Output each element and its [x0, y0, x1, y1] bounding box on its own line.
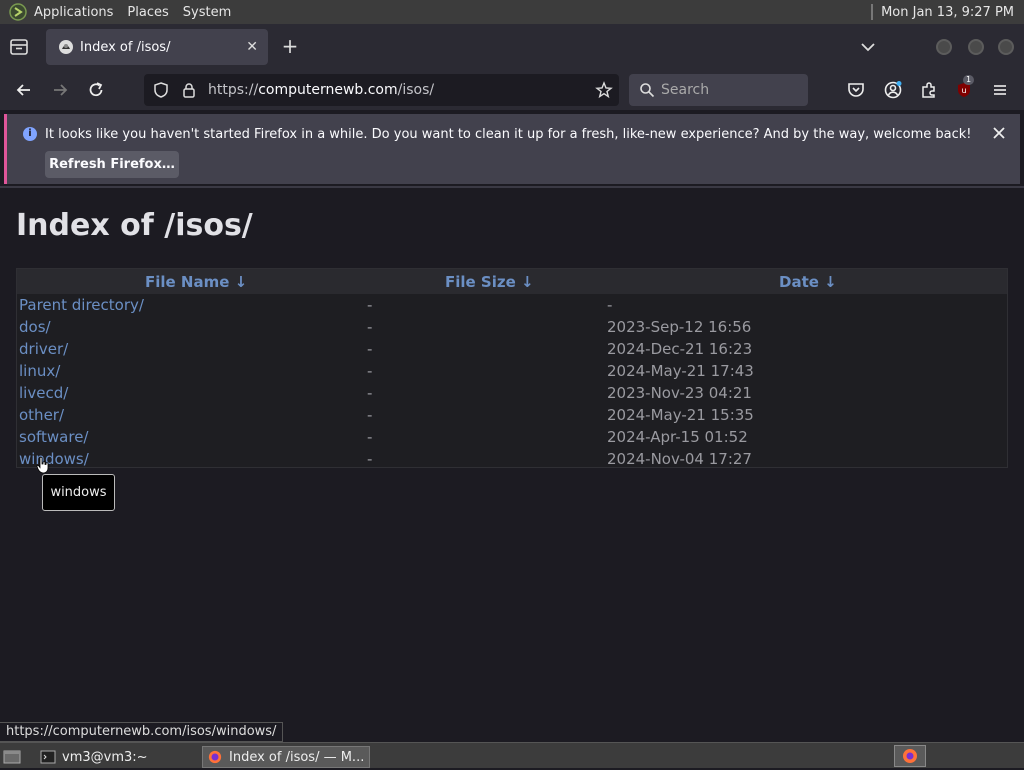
taskbar-item-label: Index of /isos/ — M... [229, 749, 365, 765]
show-desktop-icon[interactable] [2, 747, 22, 765]
tab-title: Index of /isos/ [80, 39, 171, 55]
file-size: - [367, 384, 373, 402]
url-text[interactable]: https://computernewb.com/isos/ [208, 82, 434, 98]
url-host: computernewb.com [258, 82, 398, 98]
file-link[interactable]: linux/ [19, 362, 60, 380]
file-date: - [607, 296, 613, 314]
hamburger-menu-icon[interactable] [990, 80, 1010, 100]
taskbar-item-terminal[interactable]: vm3@vm3:~ [36, 746, 196, 768]
file-size: - [367, 296, 373, 314]
link-tooltip: windows [42, 474, 115, 511]
file-size: - [367, 450, 373, 468]
ublock-origin-icon[interactable]: u 1 [954, 75, 975, 100]
window-maximize-button[interactable] [968, 39, 984, 55]
url-prefix: https:// [208, 82, 259, 98]
new-tab-plus-icon[interactable]: + [280, 36, 300, 56]
clock-text: Mon Jan 13, 9:27 PM [881, 4, 1014, 20]
file-link[interactable]: driver/ [19, 340, 68, 358]
menu-places[interactable]: Places [127, 5, 168, 20]
table-row: dos/ - 2023-Sep-12 16:56 [17, 316, 1007, 338]
lock-icon[interactable] [182, 82, 196, 98]
url-bar[interactable]: https://computernewb.com/isos/ [144, 74, 619, 106]
distro-logo-icon[interactable] [9, 3, 27, 21]
table-row: software/ - 2024-Apr-15 01:52 [17, 426, 1007, 448]
menu-system[interactable]: System [183, 5, 231, 20]
sort-file-name-link[interactable]: File Name ↓ [145, 273, 247, 291]
table-header: File Name ↓ File Size ↓ Date ↓ [17, 269, 1007, 294]
tray-firefox[interactable] [894, 745, 926, 767]
file-date: 2024-May-21 15:35 [607, 406, 754, 424]
file-size: - [367, 428, 373, 446]
file-size: - [367, 406, 373, 424]
file-listing-table: File Name ↓ File Size ↓ Date ↓ Parent di… [16, 268, 1008, 468]
clock[interactable]: Mon Jan 13, 9:27 PM [871, 4, 1014, 20]
pocket-icon[interactable] [846, 80, 866, 100]
search-placeholder: Search [661, 82, 710, 98]
file-date: 2024-Nov-04 17:27 [607, 450, 752, 468]
page-title: Index of /isos/ [16, 208, 253, 243]
window-minimize-button[interactable] [936, 39, 952, 55]
extensions-puzzle-icon[interactable] [919, 80, 939, 100]
file-date: 2024-Dec-21 16:23 [607, 340, 753, 358]
window-close-button[interactable] [998, 39, 1014, 55]
search-bar[interactable]: Search [629, 74, 808, 106]
system-panel: Applications Places System Mon Jan 13, 9… [0, 0, 1024, 24]
refresh-firefox-button[interactable]: Refresh Firefox… [45, 151, 179, 178]
tracking-shield-icon[interactable] [152, 81, 170, 99]
tab-index-of-isos[interactable]: Index of /isos/ ✕ [46, 29, 268, 65]
table-row: driver/ - 2024-Dec-21 16:23 [17, 338, 1007, 360]
close-icon[interactable] [991, 125, 1007, 141]
file-size: - [367, 340, 373, 358]
search-icon [640, 83, 655, 98]
reload-icon[interactable] [86, 80, 106, 100]
forward-arrow-icon[interactable] [50, 80, 70, 100]
svg-text:u: u [961, 86, 966, 95]
extension-badge: 1 [963, 75, 975, 85]
firefox-tray-icon [903, 749, 917, 763]
firefox-icon [208, 750, 222, 764]
file-size: - [367, 318, 373, 336]
file-date: 2023-Sep-12 16:56 [607, 318, 752, 336]
file-link[interactable]: dos/ [19, 318, 51, 336]
file-size: - [367, 362, 373, 380]
table-row: windows/ - 2024-Nov-04 17:27 [17, 448, 1007, 470]
content-divider [0, 186, 1024, 188]
sort-date-link[interactable]: Date ↓ [779, 273, 837, 291]
hand-cursor-icon [36, 456, 49, 474]
chevron-down-icon[interactable] [858, 38, 878, 56]
table-row: livecd/ - 2023-Nov-23 04:21 [17, 382, 1007, 404]
refresh-notification-bar: i It looks like you haven't started Fire… [4, 114, 1020, 184]
table-row: linux/ - 2024-May-21 17:43 [17, 360, 1007, 382]
notification-message: It looks like you haven't started Firefo… [45, 127, 972, 142]
file-link[interactable]: livecd/ [19, 384, 68, 402]
firefox-view-icon[interactable] [8, 37, 30, 57]
site-favicon-icon [59, 40, 73, 54]
tab-strip: Index of /isos/ ✕ + [0, 24, 1024, 70]
status-url: https://computernewb.com/isos/windows/ [0, 722, 284, 742]
taskbar-item-firefox[interactable]: Index of /isos/ — M... [202, 746, 370, 768]
back-arrow-icon[interactable] [14, 80, 34, 100]
table-row: other/ - 2024-May-21 15:35 [17, 404, 1007, 426]
file-date: 2024-Apr-15 01:52 [607, 428, 748, 446]
file-link[interactable]: other/ [19, 406, 64, 424]
table-row: Parent directory/ - - [17, 294, 1007, 316]
menu-applications[interactable]: Applications [34, 5, 113, 20]
file-link[interactable]: windows/ [19, 450, 89, 468]
nav-bar: https://computernewb.com/isos/ Search u … [0, 70, 1024, 110]
bookmark-star-icon[interactable] [595, 81, 613, 99]
file-link[interactable]: software/ [19, 428, 88, 446]
taskbar: vm3@vm3:~ Index of /isos/ — M... [0, 742, 1024, 768]
terminal-icon [40, 750, 56, 764]
sort-file-size-link[interactable]: File Size ↓ [445, 273, 534, 291]
panel-separator [871, 4, 874, 20]
file-link[interactable]: Parent directory/ [19, 296, 144, 314]
file-date: 2023-Nov-23 04:21 [607, 384, 752, 402]
taskbar-item-label: vm3@vm3:~ [62, 749, 148, 765]
account-icon[interactable] [883, 80, 903, 100]
file-date: 2024-May-21 17:43 [607, 362, 754, 380]
tab-close-icon[interactable]: ✕ [246, 39, 258, 55]
info-icon: i [23, 127, 37, 141]
url-path: /isos/ [397, 82, 435, 98]
